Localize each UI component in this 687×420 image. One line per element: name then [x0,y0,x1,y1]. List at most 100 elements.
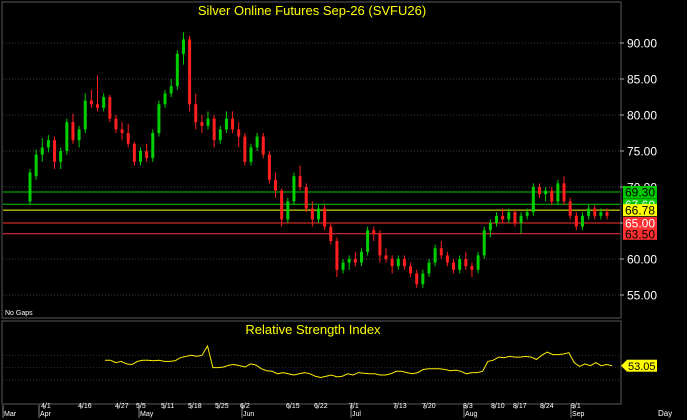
month-label: Jul [352,411,361,418]
candle [243,133,247,166]
candle-body [138,151,142,162]
week-label: 7/1 [349,403,359,410]
candle-body [402,259,406,267]
candle [151,129,155,162]
candle-body [200,122,204,126]
week-label: 8/3 [463,403,473,410]
week-label: 5/5 [136,403,146,410]
week-label: 8/24 [540,403,554,410]
candle-body [151,133,155,159]
candle-body [525,212,529,216]
candle-body [71,122,75,141]
candle-body [415,273,419,285]
candle [531,183,535,216]
candle-body [243,136,247,162]
candle-body [28,172,32,202]
candle-body [482,230,486,256]
rsi-title: Relative Strength Index [245,322,381,337]
candle-body [372,230,376,234]
week-label: 6/2 [240,403,250,410]
candle-body [519,215,523,223]
candle-body [40,147,44,155]
candle-body [304,187,308,209]
candle-body [562,183,566,202]
level-tag-label: 63.50 [625,227,655,241]
candle-body [476,255,480,270]
candle-body [507,212,511,220]
candle-body [580,215,584,227]
candle [261,133,265,159]
candle-body [537,187,541,195]
candle-body [445,255,449,263]
candle [28,169,32,205]
candle-body [102,97,106,108]
candle-body [550,190,554,202]
candle-body [175,53,179,87]
week-label: 5/25 [215,403,229,410]
candle-body [464,259,468,267]
month-label: Mar [4,411,17,418]
week-label: 8/17 [513,403,527,410]
candle [556,179,560,205]
candle-body [212,118,216,141]
candle-body [163,93,167,105]
candle [267,151,271,184]
candle-body [396,259,400,267]
candle-body [329,226,333,241]
candle [292,172,296,205]
candle-body [427,262,431,274]
chart-frame: Silver Online Futures Sep-26 (SVFU26) No… [1,1,672,418]
candle-body [53,140,57,162]
candle [175,50,179,90]
candle [286,197,290,223]
candle [366,226,370,256]
candle-body [531,187,535,213]
rsi-value-tag: 53.05 [621,359,657,373]
price-tick-label: 85.00 [627,73,657,87]
candle-body [544,190,548,195]
candle-body [89,100,93,105]
candle-body [34,154,38,177]
candle-body [231,118,235,130]
rsi-value-label: 53.05 [628,361,656,373]
candle [304,183,308,213]
week-label: 6/15 [286,403,300,410]
week-label: 7/20 [422,403,436,410]
candle-body [470,266,474,270]
price-axis: 55.0060.0065.0070.0075.0080.0085.0090.00 [620,37,657,303]
candle-body [366,230,370,252]
candle-body [108,97,112,119]
week-label: 5/11 [161,403,174,410]
candle-body [188,39,192,105]
candle-body [347,259,351,263]
candle-body [501,215,505,220]
candle-body [224,118,228,130]
candle-body [194,104,198,123]
candle-body [157,104,161,133]
candle-body [126,133,130,144]
candle [108,94,112,123]
candle-body [59,151,63,162]
candle-body [513,212,517,223]
candle-body [83,100,87,130]
candle-body [261,136,265,155]
week-label: 6/22 [314,403,328,410]
candle-body [605,212,609,216]
no-gaps-note: No Gaps [5,310,33,317]
candle-body [96,104,100,108]
interval-label: Day [658,409,672,418]
price-tick-label: 75.00 [627,145,657,159]
candle-body [390,259,394,267]
candle-body [132,143,136,162]
candle [65,118,69,155]
candle-body [65,122,69,151]
month-label: Aug [465,411,478,418]
week-label: 4/1 [41,403,51,410]
candle-body [452,262,456,270]
price-tick-label: 90.00 [627,37,657,51]
candle-body [298,176,302,187]
week-label: 4/16 [78,403,92,410]
candle-body [292,176,296,202]
candle-body [556,183,560,202]
candle-body [255,136,259,148]
